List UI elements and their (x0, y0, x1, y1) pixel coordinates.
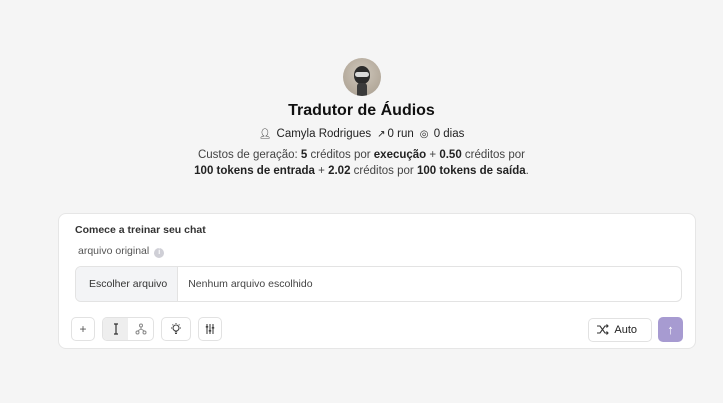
info-icon[interactable]: i (154, 248, 165, 258)
agent-meta: 👤︎ Camyla Rodrigues ↗ 0 run ◎ 0 dias (259, 126, 465, 143)
branch-mode-button[interactable] (128, 318, 153, 340)
field-label: arquivo original i (78, 244, 165, 258)
idea-button[interactable] (161, 317, 191, 341)
author-info: 👤︎ Camyla Rodrigues (259, 126, 372, 143)
rocket-icon: ↗ (377, 129, 386, 140)
cursor-mode-button[interactable] (103, 318, 128, 340)
cost-text: créditos por (307, 149, 374, 161)
cost-value: 100 tokens de saída (416, 165, 526, 177)
avatar-visor (354, 72, 369, 77)
file-input[interactable]: Escolher arquivo Nenhum arquivo escolhid… (75, 266, 682, 302)
send-button[interactable]: ↑ (658, 317, 683, 342)
cost-text: créditos por (350, 165, 417, 177)
cost-text: . (525, 165, 529, 177)
arrow-up-icon: ↑ (667, 322, 674, 337)
days-info: ◎ 0 dias (420, 126, 465, 143)
cost-value: 0.50 (439, 149, 462, 161)
send-tools: Auto ↑ (588, 317, 683, 342)
chat-toolbar: + (71, 317, 222, 341)
branch-icon (135, 323, 146, 335)
lightbulb-icon (171, 323, 181, 335)
author-name: Camyla Rodrigues (276, 128, 372, 140)
cost-text: + (426, 149, 440, 161)
mode-toggle (102, 317, 154, 341)
card-title: Comece a treinar seu chat (75, 224, 206, 236)
avatar-neck (356, 83, 367, 96)
add-button[interactable]: + (71, 317, 95, 341)
settings-button[interactable] (198, 317, 222, 341)
text-cursor-icon (113, 323, 118, 335)
coin-icon: ◎ (419, 129, 429, 140)
page-title: Tradutor de Áudios (288, 102, 435, 119)
cost-text: + (314, 165, 329, 177)
sliders-icon (205, 324, 215, 334)
agent-header: Tradutor de Áudios 👤︎ Camyla Rodrigues ↗… (0, 58, 723, 179)
avatar (342, 58, 381, 96)
cost-text: créditos por (461, 149, 525, 161)
days-count: 0 dias (433, 128, 465, 140)
auto-select-button[interactable]: Auto (588, 317, 652, 342)
cost-value: execução (373, 149, 427, 161)
runs-info: ↗ 0 run (377, 126, 414, 143)
auto-label: Auto (614, 323, 637, 336)
cost-text: Custos de geração: (197, 149, 301, 161)
user-icon: 👤︎ (258, 129, 272, 140)
file-status: Nenhum arquivo escolhido (188, 278, 313, 290)
cost-value: 2.02 (328, 165, 351, 177)
cost-value: 100 tokens de entrada (194, 165, 315, 177)
cost-info: Custos de geração: 5 créditos por execuç… (194, 147, 529, 179)
shuffle-icon (597, 324, 610, 335)
field-label-text: arquivo original (78, 245, 150, 257)
runs-count: 0 run (387, 128, 414, 140)
choose-file-button[interactable]: Escolher arquivo (76, 267, 179, 301)
chat-card: Comece a treinar seu chat arquivo origin… (58, 213, 696, 349)
